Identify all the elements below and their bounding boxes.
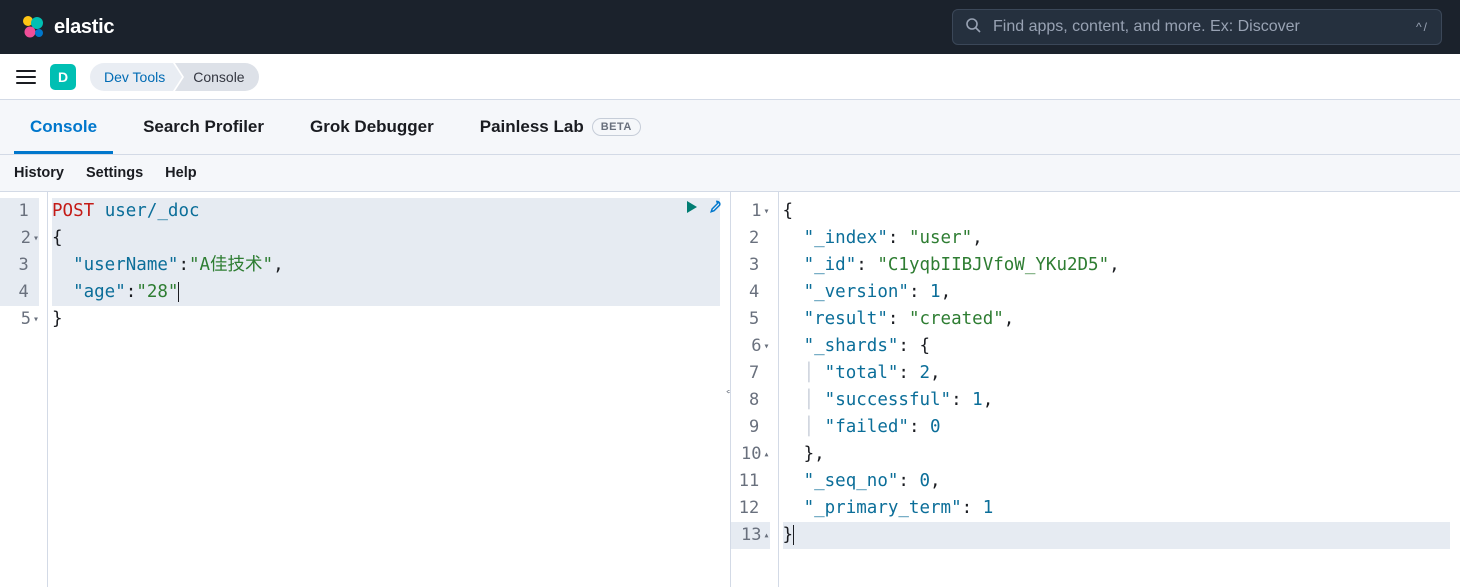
global-header: elastic ^/ bbox=[0, 0, 1460, 54]
console-editors: 1 2▾3 4 5▾ POST user/_doc{ "userName":"A… bbox=[0, 192, 1460, 587]
history-link[interactable]: History bbox=[14, 165, 64, 181]
tab-search-profiler[interactable]: Search Profiler bbox=[127, 100, 280, 154]
tab-painless-lab[interactable]: Painless LabBETA bbox=[464, 100, 657, 154]
request-actions bbox=[685, 199, 722, 219]
console-toolbar: History Settings Help bbox=[0, 155, 1460, 192]
request-gutter: 1 2▾3 4 5▾ bbox=[0, 192, 48, 587]
response-pane: 1▾2 3 4 5 6▾7 8 9 10▴11 12 13▴ { "_index… bbox=[731, 192, 1460, 587]
nav-toggle-button[interactable] bbox=[16, 70, 36, 84]
breadcrumb-current: Console bbox=[175, 63, 258, 91]
search-kbd-hint: ^/ bbox=[1416, 20, 1429, 34]
run-icon[interactable] bbox=[685, 199, 699, 219]
breadcrumb-devtools[interactable]: Dev Tools bbox=[90, 63, 173, 91]
secondary-nav: D Dev Tools Console bbox=[0, 54, 1460, 100]
elastic-logo[interactable]: elastic bbox=[18, 13, 114, 41]
elastic-logo-icon bbox=[18, 13, 46, 41]
search-input[interactable] bbox=[991, 17, 1406, 37]
help-link[interactable]: Help bbox=[165, 165, 196, 181]
global-search[interactable]: ^/ bbox=[952, 9, 1442, 45]
beta-badge: BETA bbox=[592, 118, 641, 136]
breadcrumb: Dev Tools Console bbox=[90, 63, 259, 91]
tab-console[interactable]: Console bbox=[14, 100, 113, 154]
settings-link[interactable]: Settings bbox=[86, 165, 143, 181]
response-gutter: 1▾2 3 4 5 6▾7 8 9 10▴11 12 13▴ bbox=[731, 192, 779, 587]
search-icon bbox=[965, 17, 981, 38]
brand-text: elastic bbox=[54, 16, 114, 39]
devtools-tabs: Console Search Profiler Grok Debugger Painl… bbox=[0, 100, 1460, 155]
space-badge[interactable]: D bbox=[50, 64, 76, 90]
request-editor[interactable]: POST user/_doc{ "userName":"A佳技术", "age"… bbox=[48, 192, 730, 587]
tab-grok-debugger[interactable]: Grok Debugger bbox=[294, 100, 450, 154]
pane-resizer-icon[interactable]: ⇔ bbox=[724, 382, 731, 398]
request-pane: 1 2▾3 4 5▾ POST user/_doc{ "userName":"A… bbox=[0, 192, 731, 587]
wrench-icon[interactable] bbox=[707, 199, 722, 219]
response-viewer[interactable]: { "_index": "user", "_id": "C1yqbIIBJVfo… bbox=[779, 192, 1460, 587]
